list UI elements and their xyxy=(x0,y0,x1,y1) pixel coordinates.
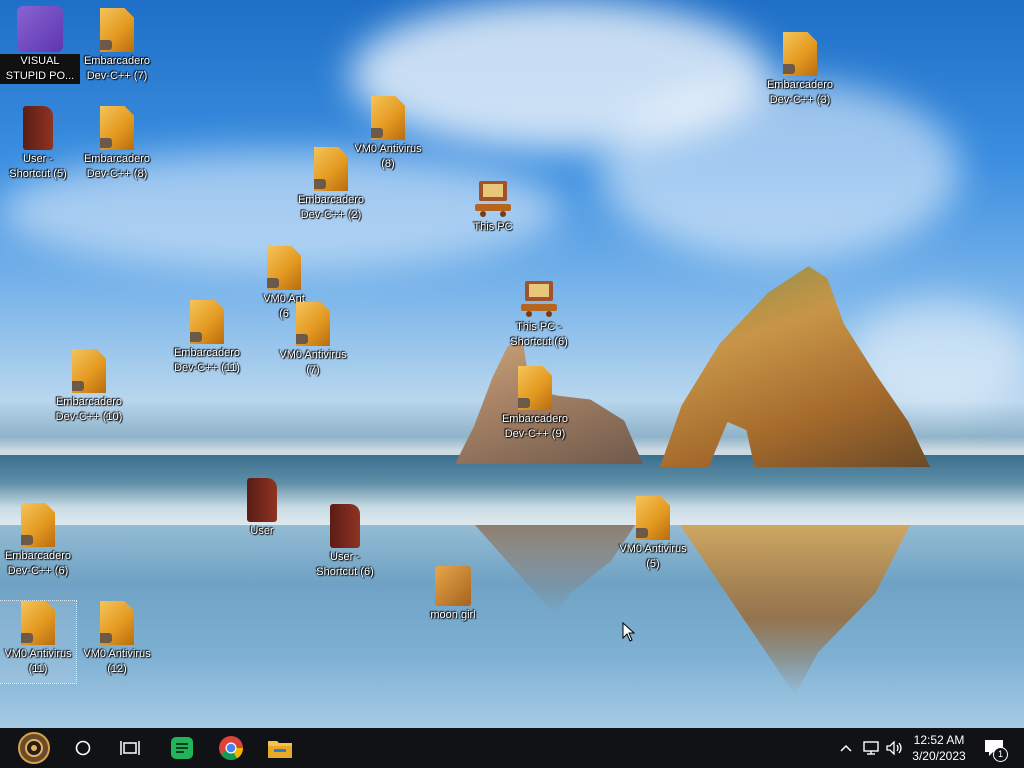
file-icon xyxy=(636,496,670,540)
file-icon xyxy=(518,366,552,410)
icon-label: moon girl xyxy=(430,609,476,621)
icon-label: User - Shortcut (5) xyxy=(9,153,67,180)
this-pc-icon xyxy=(473,178,513,218)
icon-label: Embarcadero Dev-C++ (10) xyxy=(55,396,123,423)
chrome-icon xyxy=(219,736,243,761)
desktop-icon-devcpp-6[interactable]: Embarcadero Dev-C++ (6) xyxy=(0,503,78,579)
clock[interactable]: 12:52 AM 3/20/2023 xyxy=(908,728,970,768)
file-icon xyxy=(100,8,134,52)
rock-reflection xyxy=(475,525,635,615)
steampunk-gear-icon xyxy=(18,732,50,764)
desktop-icon-this-pc[interactable]: This PC xyxy=(453,178,533,235)
notes-app-icon xyxy=(171,737,193,759)
rock-reflection xyxy=(680,525,910,695)
desktop-icon-vm0-11[interactable]: VM0 Antivirus (11) xyxy=(0,600,77,684)
file-icon xyxy=(100,106,134,150)
taskbar: 12:52 AM 3/20/2023 1 xyxy=(0,728,1024,768)
icon-label: VM0 Antivirus (11) xyxy=(4,648,72,675)
file-icon xyxy=(72,349,106,393)
desktop-icon-vm0-5[interactable]: VM0 Antivirus (5) xyxy=(613,496,693,572)
user-folder-icon xyxy=(247,478,277,522)
icon-label: VM0 Antivirus (7) xyxy=(279,349,347,376)
icon-label: Embarcadero Dev-C++ (11) xyxy=(173,347,241,374)
task-view-button[interactable] xyxy=(112,728,148,768)
file-icon xyxy=(21,601,55,645)
start-button[interactable] xyxy=(8,728,60,768)
icon-label: VM0 Antivirus (12) xyxy=(83,648,151,675)
network-button[interactable] xyxy=(860,728,882,768)
icon-label: This PC - Shortcut (6) xyxy=(510,321,568,348)
icon-label: Embarcadero Dev-C++ (8) xyxy=(83,153,151,180)
volume-button[interactable] xyxy=(884,728,906,768)
icon-label: Embarcadero Dev-C++ (7) xyxy=(83,55,151,82)
file-icon xyxy=(783,32,817,76)
file-icon xyxy=(314,147,348,191)
icon-label: VM0 Antivirus (5) xyxy=(619,543,687,570)
file-icon xyxy=(267,246,301,290)
desktop-icon-this-pc-shortcut-6[interactable]: This PC - Shortcut (6) xyxy=(499,278,579,350)
clock-time: 12:52 AM xyxy=(913,733,965,747)
desktop-icon-user-shortcut-5[interactable]: User - Shortcut (5) xyxy=(0,106,78,182)
user-folder-icon xyxy=(23,106,53,150)
icon-label: VISUAL STUPID PO... xyxy=(0,54,80,84)
speaker-icon xyxy=(886,741,902,755)
desktop-icon-moon-girl[interactable]: moon girl xyxy=(413,566,493,623)
mouse-cursor-icon xyxy=(622,622,636,642)
notification-count-badge: 1 xyxy=(993,747,1008,762)
desktop-icon-devcpp-8[interactable]: Embarcadero Dev-C++ (8) xyxy=(77,106,157,182)
desktop-icon-vm0-12[interactable]: VM0 Antivirus (12) xyxy=(77,601,157,677)
circle-search-icon xyxy=(75,740,91,756)
visual-studio-icon xyxy=(17,6,63,52)
icon-label: User - Shortcut (6) xyxy=(316,551,374,578)
file-icon xyxy=(21,503,55,547)
icon-label: This PC xyxy=(473,221,513,233)
box-folder-icon xyxy=(435,566,471,606)
icon-label: Embarcadero Dev-C++ (3) xyxy=(766,79,834,106)
file-icon xyxy=(371,96,405,140)
file-icon xyxy=(296,302,330,346)
pinned-chrome[interactable] xyxy=(210,728,252,768)
desktop-icon-user-shortcut-6[interactable]: User - Shortcut (6) xyxy=(305,504,385,580)
file-icon xyxy=(190,300,224,344)
action-center-button[interactable]: 1 xyxy=(978,728,1010,768)
pinned-file-explorer[interactable] xyxy=(260,728,300,768)
desktop-icon-devcpp-7[interactable]: Embarcadero Dev-C++ (7) xyxy=(77,8,157,84)
task-view-icon xyxy=(120,741,140,755)
desktop-icon-user[interactable]: User xyxy=(222,478,302,539)
network-icon xyxy=(863,741,879,755)
desktop-icon-devcpp-10[interactable]: Embarcadero Dev-C++ (10) xyxy=(49,349,129,425)
desktop-icon-devcpp-2[interactable]: Embarcadero Dev-C++ (2) xyxy=(291,147,371,223)
this-pc-icon xyxy=(519,278,559,318)
desktop-icon-vm0-7[interactable]: VM0 Antivirus (7) xyxy=(273,302,353,378)
icon-label: Embarcadero Dev-C++ (2) xyxy=(297,194,365,221)
chevron-up-icon xyxy=(840,744,852,752)
pinned-notes-app[interactable] xyxy=(162,728,202,768)
desktop-icon-devcpp-3[interactable]: Embarcadero Dev-C++ (3) xyxy=(760,32,840,108)
file-icon xyxy=(100,601,134,645)
file-explorer-icon xyxy=(268,741,292,758)
clock-date: 3/20/2023 xyxy=(912,749,966,763)
desktop-icon-visual-stupid[interactable]: VISUAL STUPID PO... xyxy=(0,6,80,84)
desktop[interactable]: VISUAL STUPID PO... Embarcadero Dev-C++ … xyxy=(0,0,1024,728)
icon-label: Embarcadero Dev-C++ (9) xyxy=(501,413,569,440)
show-hidden-icons-button[interactable] xyxy=(836,728,856,768)
desktop-icon-devcpp-11[interactable]: Embarcadero Dev-C++ (11) xyxy=(167,300,247,376)
icon-label: User xyxy=(250,525,274,537)
search-button[interactable] xyxy=(66,728,100,768)
user-folder-icon xyxy=(330,504,360,548)
desktop-icon-devcpp-9[interactable]: Embarcadero Dev-C++ (9) xyxy=(495,366,575,442)
icon-label: Embarcadero Dev-C++ (6) xyxy=(4,550,72,577)
